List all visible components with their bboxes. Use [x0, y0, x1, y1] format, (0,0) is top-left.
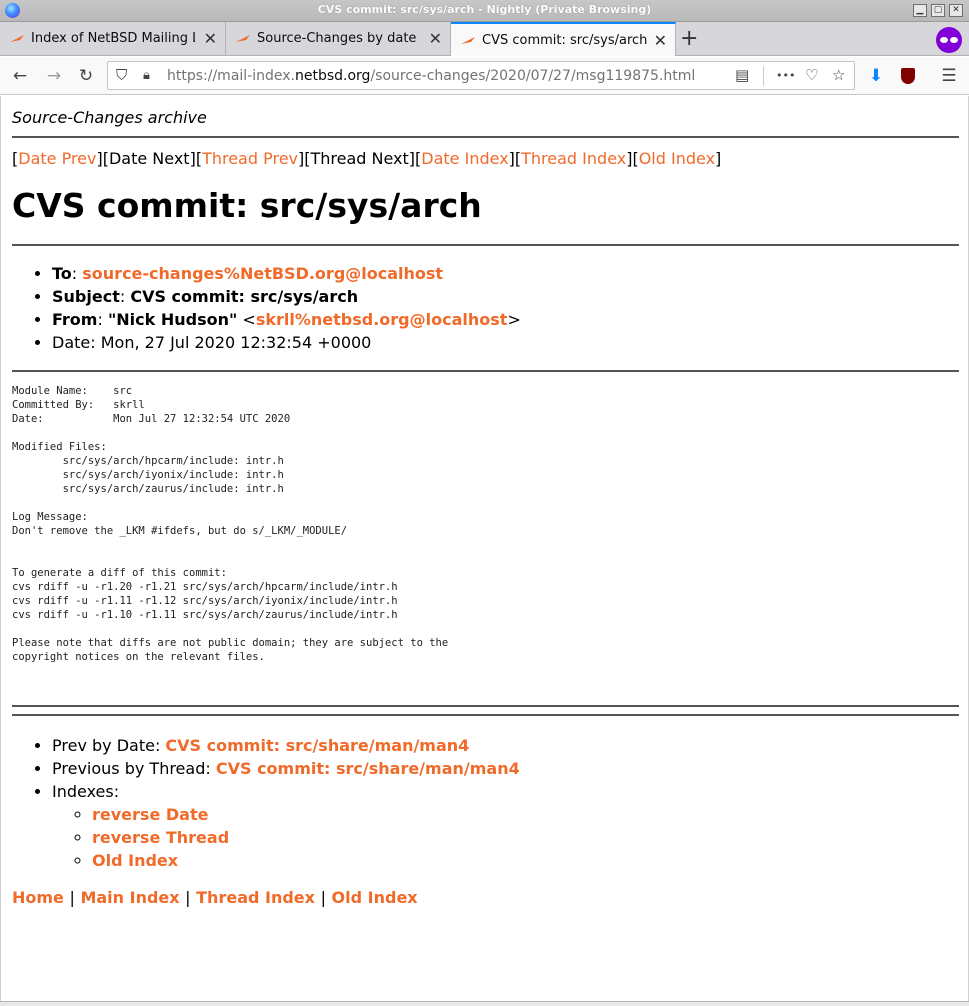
window-titlebar: CVS commit: src/sys/arch - Nightly (Priv… — [0, 0, 969, 22]
prev-by-thread-link[interactable]: CVS commit: src/share/man/man4 — [216, 759, 520, 778]
tab-netbsd-mailing-lists[interactable]: Index of NetBSD Mailing Lis ✕ — [0, 22, 226, 56]
tab-source-changes-by-date[interactable]: Source-Changes by date ✕ — [226, 22, 451, 56]
thread-next-text: Thread Next — [310, 149, 409, 168]
close-tab-icon[interactable]: ✕ — [654, 31, 667, 50]
ublock-origin-icon[interactable] — [894, 63, 922, 89]
header-date: Date: Mon, 27 Jul 2020 12:32:54 +0000 — [52, 331, 521, 354]
old-index-bottom-link[interactable]: Old Index — [332, 888, 418, 907]
tab-label: Source-Changes by date — [257, 31, 417, 46]
bottom-navigation: Home | Main Index | Thread Index | Old I… — [12, 888, 418, 907]
url-bar[interactable]: ⛉ 🔒︎ https://mail-index.netbsd.org/sourc… — [107, 61, 855, 90]
from-name: "Nick Hudson" — [107, 310, 238, 329]
related-messages: Prev by Date: CVS commit: src/share/man/… — [12, 734, 520, 870]
header-subject: Subject: CVS commit: src/sys/arch — [52, 285, 521, 308]
tab-label: Index of NetBSD Mailing Lis — [31, 31, 195, 46]
to-address-link[interactable]: source-changes%NetBSD.org@localhost — [82, 264, 443, 283]
tab-cvs-commit[interactable]: CVS commit: src/sys/arch ✕ — [451, 22, 676, 56]
prev-by-thread-item: Previous by Thread: CVS commit: src/shar… — [52, 757, 520, 780]
from-email-link[interactable]: skrll%netbsd.org@localhost — [256, 310, 508, 329]
private-browsing-icon — [936, 27, 962, 53]
lock-icon[interactable]: 🔒︎ — [143, 68, 150, 83]
page-title: CVS commit: src/sys/arch — [12, 186, 482, 225]
netbsd-flag-icon — [461, 37, 475, 44]
tab-label: CVS commit: src/sys/arch — [482, 33, 648, 48]
close-tab-icon[interactable]: ✕ — [204, 29, 217, 48]
old-index-link[interactable]: Old Index — [639, 149, 715, 168]
prev-by-date-item: Prev by Date: CVS commit: src/share/man/… — [52, 734, 520, 757]
menu-icon[interactable]: ☰ — [935, 63, 963, 89]
divider — [12, 244, 959, 246]
netbsd-flag-icon — [10, 35, 24, 42]
subject-value: CVS commit: src/sys/arch — [130, 287, 359, 306]
reader-view-icon[interactable]: ▤ — [735, 66, 749, 84]
page-content: Source-Changes archive [Date Prev][Date … — [0, 96, 969, 1001]
downloads-icon[interactable]: ⬇ — [862, 63, 890, 89]
header-from: From: "Nick Hudson" <skrll%netbsd.org@lo… — [52, 308, 521, 331]
old-index-footer-link[interactable]: Old Index — [92, 851, 178, 870]
shield-icon[interactable]: ⛉ — [116, 66, 127, 84]
tab-strip: Index of NetBSD Mailing Lis ✕ Source-Cha… — [0, 22, 969, 56]
divider — [12, 705, 959, 707]
minimize-icon[interactable]: ▁ — [913, 4, 927, 17]
home-link[interactable]: Home — [12, 888, 64, 907]
message-headers: To: source-changes%NetBSD.org@localhost … — [12, 262, 521, 354]
prev-by-date-link[interactable]: CVS commit: src/share/man/man4 — [165, 736, 469, 755]
close-tab-icon[interactable]: ✕ — [429, 29, 442, 48]
thread-index-bottom-link[interactable]: Thread Index — [196, 888, 315, 907]
netbsd-flag-icon — [236, 35, 250, 42]
message-navigation: [Date Prev][Date Next][Thread Prev][Thre… — [12, 149, 722, 168]
new-tab-icon[interactable]: + — [680, 26, 698, 51]
url-text[interactable]: https://mail-index.netbsd.org/source-cha… — [167, 68, 695, 84]
reload-icon[interactable]: ↻ — [72, 63, 100, 89]
reverse-date-link[interactable]: reverse Date — [92, 805, 208, 824]
reverse-thread-link[interactable]: reverse Thread — [92, 828, 229, 847]
navigation-toolbar: ← → ↻ ⛉ 🔒︎ https://mail-index.netbsd.org… — [0, 57, 969, 95]
archive-title: Source-Changes archive — [12, 108, 207, 127]
close-window-icon[interactable]: ✕ — [949, 4, 963, 17]
forward-icon[interactable]: → — [40, 63, 68, 89]
divider — [12, 370, 959, 372]
main-index-link[interactable]: Main Index — [80, 888, 179, 907]
date-prev-link[interactable]: Date Prev — [18, 149, 96, 168]
date-index-link[interactable]: Date Index — [421, 149, 508, 168]
thread-prev-link[interactable]: Thread Prev — [202, 149, 298, 168]
window-title: CVS commit: src/sys/arch - Nightly (Priv… — [317, 3, 652, 16]
header-to: To: source-changes%NetBSD.org@localhost — [52, 262, 521, 285]
maximize-icon[interactable]: ▢ — [931, 4, 945, 17]
divider — [12, 136, 959, 138]
back-icon[interactable]: ← — [6, 63, 34, 89]
thread-index-link[interactable]: Thread Index — [521, 149, 626, 168]
divider — [12, 714, 959, 716]
message-body: Module Name: src Committed By: skrll Dat… — [12, 385, 449, 663]
bookmark-star-icon[interactable]: ☆ — [832, 66, 845, 84]
date-value: Mon, 27 Jul 2020 12:32:54 +0000 — [100, 333, 372, 352]
page-actions-icon[interactable]: ••• — [776, 69, 795, 82]
pocket-icon[interactable]: ♡ — [805, 66, 818, 84]
indexes-item: Indexes: reverse Date reverse Thread Old… — [52, 780, 520, 870]
window-bottom-edge — [0, 1001, 969, 1006]
date-next-text: Date Next — [108, 149, 190, 168]
